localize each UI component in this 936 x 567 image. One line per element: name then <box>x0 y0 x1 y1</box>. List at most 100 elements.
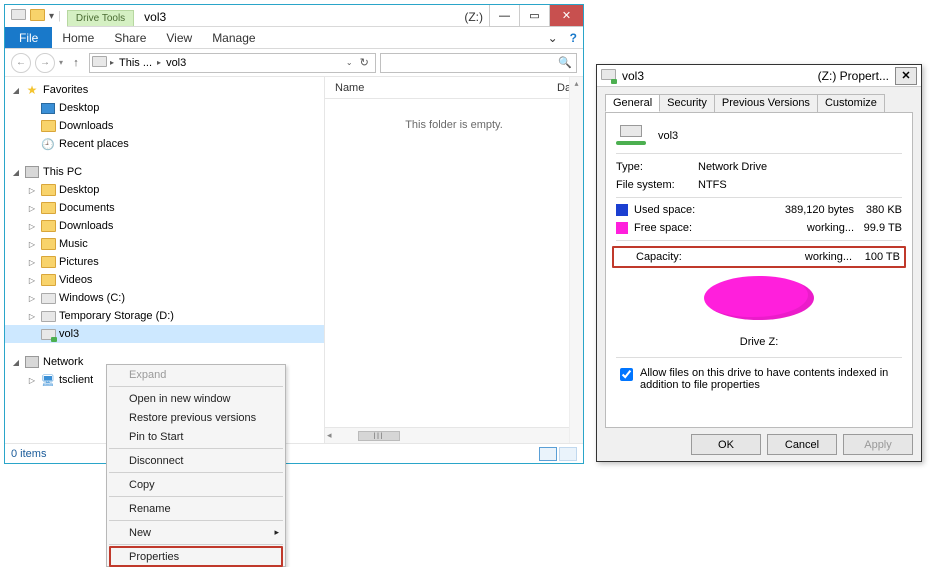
allow-indexing-label: Allow files on this drive to have conten… <box>640 367 902 391</box>
disclosure-icon[interactable]: ▷ <box>27 204 37 213</box>
history-dropdown-icon[interactable]: ▾ <box>59 58 63 67</box>
disclosure-icon[interactable]: ▷ <box>27 222 37 231</box>
ctx-rename[interactable]: Rename <box>107 499 285 518</box>
chevron-right-icon[interactable]: ▸ <box>110 58 114 67</box>
tab-manage[interactable]: Manage <box>202 31 265 45</box>
disclosure-icon[interactable]: ▷ <box>27 186 37 195</box>
used-label: Used space: <box>634 204 710 216</box>
folder-icon <box>40 201 56 215</box>
tree-downloads[interactable]: Downloads <box>5 117 324 135</box>
disclosure-icon[interactable]: ◢ <box>11 86 21 95</box>
menu-separator <box>109 544 283 545</box>
drive-icon <box>40 291 56 305</box>
usage-pie-icon <box>704 276 814 332</box>
chevron-right-icon[interactable]: ▸ <box>157 58 161 67</box>
ok-button[interactable]: OK <box>691 434 761 455</box>
tree-vol3[interactable]: vol3 <box>5 325 324 343</box>
help-icon[interactable]: ? <box>564 31 583 45</box>
disclosure-icon[interactable]: ▷ <box>27 376 37 385</box>
ctx-properties[interactable]: Properties <box>107 547 285 566</box>
disclosure-icon[interactable]: ▷ <box>27 258 37 267</box>
disclosure-icon[interactable]: ▷ <box>27 240 37 249</box>
forward-button[interactable]: → <box>35 53 55 73</box>
tab-customize[interactable]: Customize <box>817 94 885 112</box>
properties-close-button[interactable]: ✕ <box>895 67 917 85</box>
ribbon: File Home Share View Manage ⌄ ? <box>5 27 583 49</box>
qat-dropdown-icon[interactable]: ▾ <box>49 11 54 22</box>
cancel-button[interactable]: Cancel <box>767 434 837 455</box>
tree-downloads2[interactable]: ▷ Downloads <box>5 217 324 235</box>
menu-separator <box>109 386 283 387</box>
window-title: vol3 <box>134 8 176 26</box>
refresh-icon[interactable]: ↻ <box>356 56 373 69</box>
address-dropdown-icon[interactable]: ⌄ <box>346 58 353 67</box>
filesystem-label: File system: <box>616 179 698 191</box>
close-button[interactable]: ✕ <box>549 5 583 27</box>
tab-previous-versions[interactable]: Previous Versions <box>714 94 818 112</box>
column-name[interactable]: Name <box>325 82 557 94</box>
column-headers: Name Da <box>325 77 583 99</box>
address-drive-icon <box>92 56 107 70</box>
maximize-button[interactable]: ▭ <box>519 5 549 27</box>
address-bar[interactable]: ▸ This ... ▸ vol3 ⌄ ↻ <box>89 53 376 73</box>
scrollbar-thumb[interactable]: III <box>358 431 400 441</box>
folder-icon <box>40 273 56 287</box>
properties-title-suffix: (Z:) Propert... <box>818 69 889 83</box>
drive-name: vol3 <box>658 130 678 142</box>
folder-icon <box>40 119 56 133</box>
disclosure-icon[interactable]: ▷ <box>27 294 37 303</box>
computer-icon <box>24 165 40 179</box>
nav-toolbar: ← → ▾ ↑ ▸ This ... ▸ vol3 ⌄ ↻ 🔍 <box>5 49 583 77</box>
tab-file[interactable]: File <box>5 27 52 48</box>
tree-desktop[interactable]: Desktop <box>5 99 324 117</box>
tree-this-pc[interactable]: ◢ This PC <box>5 163 324 181</box>
ctx-open-new-window[interactable]: Open in new window <box>107 389 285 408</box>
tree-documents[interactable]: ▷ Documents <box>5 199 324 217</box>
ribbon-collapse-icon[interactable]: ⌄ <box>542 31 564 45</box>
ctx-disconnect[interactable]: Disconnect <box>107 451 285 470</box>
tree-desktop2[interactable]: ▷ Desktop <box>5 181 324 199</box>
tree-pictures[interactable]: ▷ Pictures <box>5 253 324 271</box>
tab-share[interactable]: Share <box>104 31 156 45</box>
tree-c-drive[interactable]: ▷ Windows (C:) <box>5 289 324 307</box>
disclosure-icon[interactable]: ◢ <box>11 168 21 177</box>
contextual-tab-drive-tools[interactable]: Drive Tools <box>67 10 134 26</box>
tree-favorites[interactable]: ◢ ★ Favorites <box>5 81 324 99</box>
minimize-button[interactable]: — <box>489 5 519 27</box>
details-view-button[interactable] <box>539 447 557 461</box>
horizontal-scrollbar[interactable]: ◂ III ▸ <box>325 427 583 443</box>
allow-indexing-checkbox[interactable] <box>620 368 633 381</box>
ctx-copy[interactable]: Copy <box>107 475 285 494</box>
disclosure-icon[interactable]: ◢ <box>11 358 21 367</box>
drive-caption: Drive Z: <box>740 336 779 348</box>
search-box[interactable]: 🔍 <box>380 53 577 73</box>
free-bytes: working... <box>710 222 854 234</box>
disclosure-icon[interactable]: ▷ <box>27 312 37 321</box>
tree-d-drive[interactable]: ▷ Temporary Storage (D:) <box>5 307 324 325</box>
ctx-pin-start[interactable]: Pin to Start <box>107 427 285 446</box>
drive-icon <box>11 9 26 23</box>
disclosure-icon[interactable]: ▷ <box>27 276 37 285</box>
breadcrumb-segment[interactable]: This ... <box>117 57 154 69</box>
tree-recent[interactable]: 🕘 Recent places <box>5 135 324 153</box>
tab-general[interactable]: General <box>605 94 660 112</box>
tree-videos[interactable]: ▷ Videos <box>5 271 324 289</box>
breadcrumb-segment[interactable]: vol3 <box>164 57 188 69</box>
vertical-scrollbar[interactable]: ▴ <box>569 77 583 443</box>
tab-view[interactable]: View <box>156 31 202 45</box>
tree-music[interactable]: ▷ Music <box>5 235 324 253</box>
drive-icon <box>40 309 56 323</box>
search-icon: 🔍 <box>558 56 572 69</box>
tab-security[interactable]: Security <box>659 94 715 112</box>
tab-home[interactable]: Home <box>52 31 104 45</box>
back-button[interactable]: ← <box>11 53 31 73</box>
scroll-left-icon[interactable]: ◂ <box>327 430 332 441</box>
content-pane: Name Da This folder is empty. ◂ III ▸ ▴ <box>325 77 583 443</box>
scroll-up-icon[interactable]: ▴ <box>574 79 578 88</box>
icons-view-button[interactable] <box>559 447 577 461</box>
titlebar: ▾ | Drive Tools vol3 (Z:) — ▭ ✕ <box>5 5 583 27</box>
ctx-restore-previous[interactable]: Restore previous versions <box>107 408 285 427</box>
apply-button[interactable]: Apply <box>843 434 913 455</box>
up-button[interactable]: ↑ <box>67 54 85 72</box>
network-drive-icon <box>40 327 56 341</box>
